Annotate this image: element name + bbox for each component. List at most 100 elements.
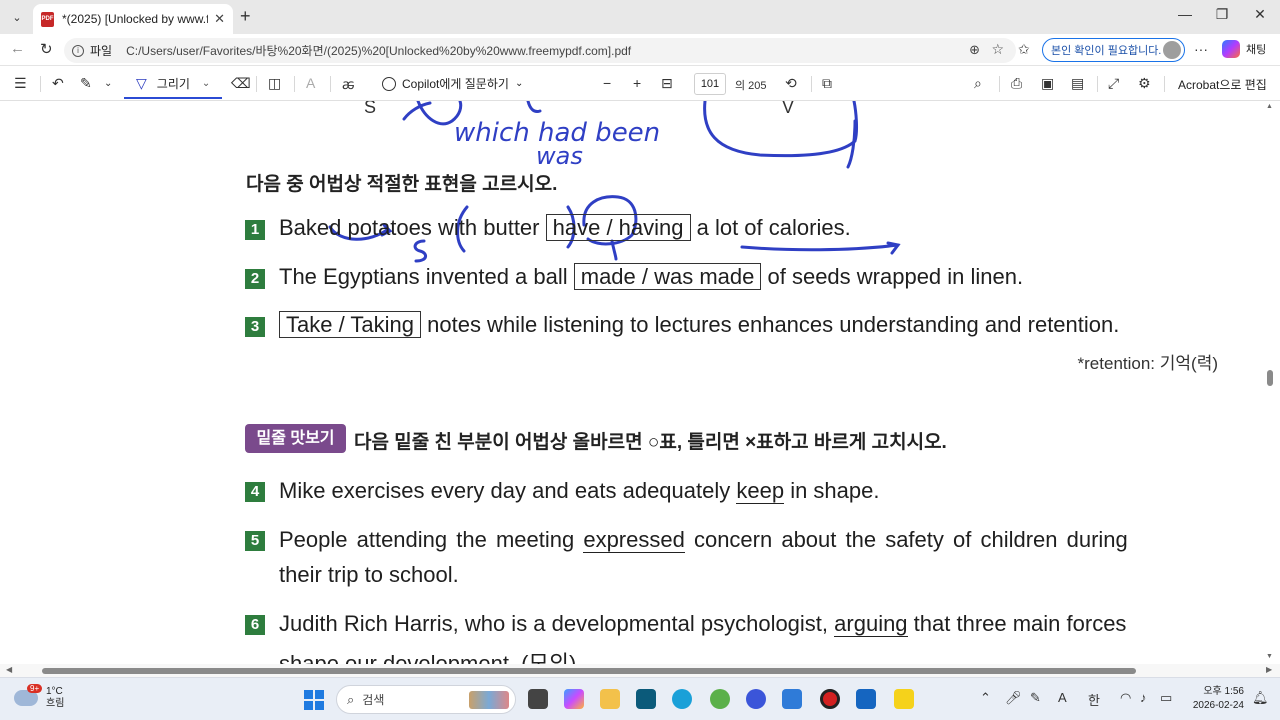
draw-label: 그리기 <box>156 76 190 91</box>
question-5: People attending the meeting expressed c… <box>279 527 1128 553</box>
scroll-down-arrow-icon[interactable]: ▼ <box>1266 653 1273 660</box>
store-icon[interactable] <box>636 689 656 709</box>
text-size-icon[interactable]: A <box>306 75 315 91</box>
ink-stroke <box>846 119 857 169</box>
info-icon[interactable]: i <box>72 44 84 57</box>
fullscreen-icon[interactable]: ⤢ <box>1108 75 1119 92</box>
question-text: in shape. <box>784 478 880 503</box>
battery-icon[interactable]: ▭ <box>1160 690 1172 706</box>
volume-icon[interactable]: ♪ <box>1140 690 1147 705</box>
zoom-icon[interactable]: ⊕ <box>969 42 980 58</box>
zoom-out-icon[interactable]: − <box>603 75 611 91</box>
table-of-contents-icon[interactable]: ☰ <box>14 75 27 92</box>
page-number-input[interactable]: 101 <box>694 73 726 95</box>
favorite-star-icon[interactable]: ☆ <box>991 41 1004 58</box>
vertical-scroll-thumb[interactable] <box>1267 370 1273 386</box>
record-icon[interactable] <box>820 689 840 709</box>
divider <box>811 76 812 92</box>
task-view-icon[interactable] <box>528 689 548 709</box>
save-as-icon[interactable]: ▤ <box>1071 75 1084 92</box>
app-leaf-icon[interactable] <box>710 689 730 709</box>
back-arrow-icon[interactable]: ← <box>10 40 25 57</box>
question-number: 1 <box>245 220 265 240</box>
highlight-icon[interactable]: ✎ <box>80 75 92 92</box>
search-icon[interactable]: ⌕ <box>974 75 982 92</box>
text-box-icon[interactable]: ◫ <box>268 75 281 92</box>
horizontal-scrollbar[interactable]: ◀ ▶ <box>0 664 1280 677</box>
tab-actions-chevron-icon[interactable]: ⌄ <box>6 7 28 27</box>
copilot-chevron-icon[interactable]: ⌄ <box>515 78 523 89</box>
scroll-right-arrow-icon[interactable]: ▶ <box>1266 665 1272 674</box>
new-tab-button[interactable]: + <box>240 6 251 27</box>
address-field[interactable]: i 파일 C:/Users/user/Favorites/바탕%20화면/(20… <box>64 38 1016 63</box>
settings-gear-icon[interactable]: ⚙ <box>1138 75 1151 92</box>
print-icon[interactable]: ⎙ <box>1011 75 1022 92</box>
app-blue-icon[interactable] <box>746 689 766 709</box>
refresh-icon[interactable]: ↻ <box>40 40 53 58</box>
language-indicator[interactable]: 한 <box>1088 690 1100 709</box>
scroll-left-arrow-icon[interactable]: ◀ <box>6 665 12 674</box>
question-text: of seeds wrapped in linen. <box>761 264 1024 289</box>
weather-widget[interactable]: 9+ 1°C 흐림 <box>14 684 64 710</box>
divider <box>1097 76 1098 92</box>
ink-stroke <box>402 101 432 121</box>
page-view-icon[interactable]: ⧉ <box>822 75 832 92</box>
question-text: concern about the safety of children dur… <box>684 527 1128 552</box>
ink-stroke <box>610 239 618 261</box>
minimize-icon[interactable]: — <box>1170 6 1200 22</box>
fit-page-icon[interactable]: ⊟ <box>661 75 673 92</box>
system-clock[interactable]: 오후 1:56 2026-02-24 <box>1192 685 1244 713</box>
draw-button[interactable]: ▽ 그리기 ⌄ <box>124 69 222 99</box>
tab-pdf[interactable]: PDF *(2025) [Unlocked by www.freemypdf.c… <box>33 4 233 34</box>
ime-indicator[interactable]: A <box>1058 690 1067 705</box>
divider <box>40 76 41 92</box>
wifi-icon[interactable]: ◠ <box>1120 690 1131 706</box>
microphone-icon[interactable]: 🎤︎ <box>1005 690 1022 706</box>
pen-tray-icon[interactable]: ✎ <box>1030 690 1041 706</box>
app-search-icon[interactable] <box>782 689 802 709</box>
footnote: *retention: 기억(력) <box>1077 354 1218 373</box>
question-text: that three main forces <box>907 611 1127 636</box>
edge-browser-icon[interactable] <box>672 689 692 709</box>
save-icon[interactable]: ▣ <box>1041 75 1054 92</box>
more-menu-icon[interactable]: ··· <box>1194 41 1208 57</box>
ask-copilot-button[interactable]: Copilot에게 질문하기 ⌄ <box>382 75 523 92</box>
vertical-scrollbar[interactable] <box>1265 101 1275 677</box>
edit-in-acrobat-button[interactable]: Acrobat으로 편집 <box>1178 76 1267 93</box>
highlight-chevron-icon[interactable]: ⌄ <box>104 78 112 89</box>
start-windows-icon[interactable] <box>304 690 324 710</box>
eraser-icon[interactable]: ⌫ <box>231 75 251 92</box>
read-aloud-icon[interactable]: ꬱ <box>342 75 355 94</box>
tab-strip: ⌄ PDF *(2025) [Unlocked by www.freemypdf… <box>0 0 1280 34</box>
pen-icon: ▽ <box>136 74 147 91</box>
kakaotalk-icon[interactable] <box>894 689 914 709</box>
handwriting-line-1: which had been <box>454 118 660 148</box>
date: 2026-02-24 <box>1192 700 1244 711</box>
app-calendar-icon[interactable] <box>856 689 876 709</box>
taskbar-search[interactable]: ⌕ 검색 <box>336 685 516 714</box>
copilot-app-icon[interactable] <box>564 689 584 709</box>
close-tab-icon[interactable]: ✕ <box>214 11 225 27</box>
notification-bell-icon[interactable]: 🔔︎ <box>1252 690 1269 706</box>
search-highlight-icon <box>469 690 509 709</box>
profile-button[interactable]: 본인 확인이 필요합니다. <box>1042 38 1185 62</box>
close-window-icon[interactable]: ✕ <box>1245 6 1275 23</box>
undo-icon[interactable]: ↶ <box>52 75 64 92</box>
pdf-page: S V which had been was 다음 중 어법상 적절한 표현을 … <box>0 101 1280 677</box>
question-5-line2: their trip to school. <box>279 562 459 587</box>
zoom-in-icon[interactable]: + <box>633 75 641 91</box>
choice-box: have / having <box>545 214 691 241</box>
question-number: 6 <box>245 615 265 635</box>
chat-button[interactable]: 채팅 <box>1222 40 1266 58</box>
diagram-label-s: S <box>364 101 377 117</box>
tray-chevron-up-icon[interactable]: ⌃ <box>980 690 991 706</box>
file-explorer-icon[interactable] <box>600 689 620 709</box>
horizontal-scroll-thumb[interactable] <box>42 668 1136 674</box>
rotate-icon[interactable]: ⟲ <box>785 75 797 92</box>
pdf-toolbar: ☰ ↶ ✎ ⌄ ▽ 그리기 ⌄ ⌫ ◫ A ꬱ Copilot에게 질문하기 ⌄… <box>0 67 1280 101</box>
ink-stroke <box>886 241 901 255</box>
maximize-icon[interactable]: ❐ <box>1207 6 1237 23</box>
draw-chevron-icon[interactable]: ⌄ <box>202 78 210 89</box>
favorites-icon[interactable]: ✩ <box>1018 41 1030 58</box>
avatar <box>1163 41 1181 59</box>
